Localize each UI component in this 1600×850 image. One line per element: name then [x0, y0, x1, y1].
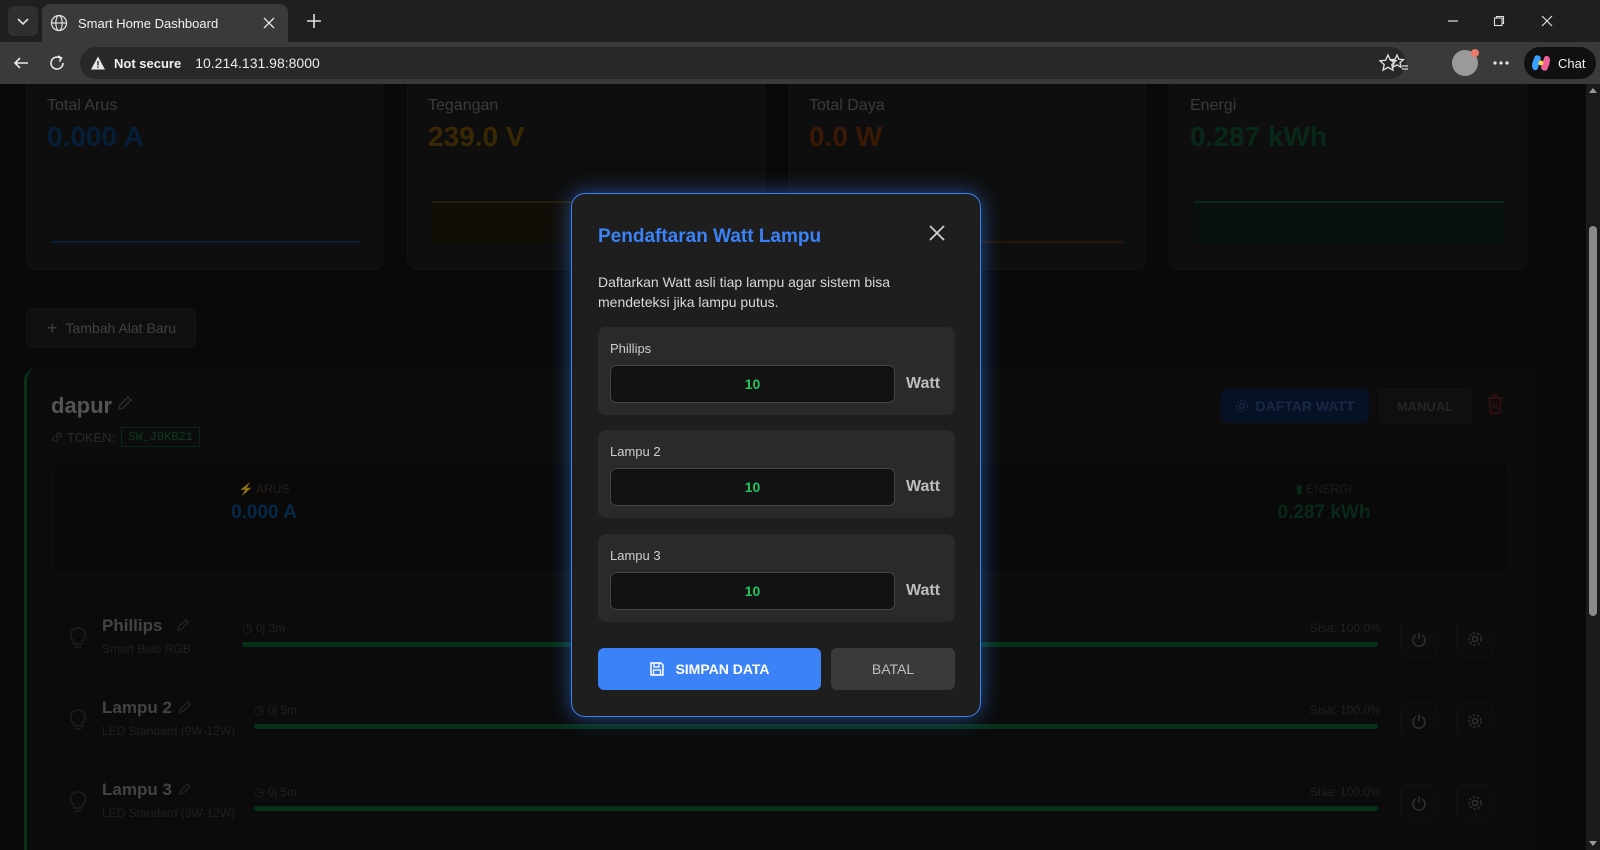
- minimize-icon: [1448, 20, 1458, 22]
- warning-icon: [90, 55, 106, 71]
- url-text[interactable]: 10.214.131.98:8000: [195, 55, 320, 71]
- modal-description: Daftarkan Watt asli tiap lampu agar sist…: [598, 274, 891, 310]
- favorites-button[interactable]: [1384, 48, 1414, 78]
- browser-tab[interactable]: Smart Home Dashboard: [42, 4, 288, 42]
- tab-list-button[interactable]: [8, 6, 38, 36]
- plus-icon: [307, 14, 321, 28]
- favorites-icon: [1389, 53, 1408, 70]
- reload-icon: [50, 55, 64, 70]
- lamp-label: Lampu 2: [610, 444, 661, 459]
- more-spacer: [1456, 48, 1486, 78]
- chat-label: Chat: [1558, 55, 1586, 71]
- close-icon[interactable]: [924, 220, 950, 246]
- chevron-down-icon: [17, 18, 29, 26]
- close-icon[interactable]: [256, 10, 282, 36]
- save-label: SIMPAN DATA: [675, 661, 770, 677]
- modal-title: Pendaftaran Watt Lampu: [598, 226, 822, 247]
- watt-registration-modal: Pendaftaran Watt Lampu Daftarkan Watt as…: [571, 193, 981, 717]
- minimize-button[interactable]: [1430, 0, 1476, 42]
- window-close-button[interactable]: [1524, 0, 1570, 42]
- watt-unit: Watt: [906, 375, 941, 392]
- watt-input[interactable]: [610, 572, 895, 610]
- back-button[interactable]: [6, 48, 36, 78]
- page-viewport: Total Arus 0.000 A Tegangan 239.0 V Tota…: [0, 84, 1586, 850]
- save-icon: [649, 661, 665, 677]
- close-icon: [1541, 15, 1553, 27]
- reload-button[interactable]: [42, 48, 72, 78]
- page-scrollbar[interactable]: [1586, 84, 1600, 850]
- chat-button[interactable]: Chat: [1524, 47, 1596, 79]
- scrollbar-thumb[interactable]: [1589, 226, 1597, 616]
- more-button[interactable]: [1486, 48, 1516, 78]
- browser-toolbar: Not secure 10.214.131.98:8000 Chat: [0, 42, 1600, 84]
- lamp-watt-row: Phillips Watt: [598, 327, 955, 415]
- more-icon: [1493, 61, 1509, 65]
- cancel-button[interactable]: BATAL: [831, 648, 955, 690]
- watt-unit: Watt: [906, 478, 941, 495]
- address-bar[interactable]: Not secure 10.214.131.98:8000: [80, 47, 1406, 79]
- lamp-watt-row: Lampu 3 Watt: [598, 534, 955, 622]
- save-button[interactable]: SIMPAN DATA: [598, 648, 821, 690]
- new-tab-button[interactable]: [300, 7, 328, 35]
- security-label[interactable]: Not secure: [114, 56, 181, 71]
- watt-input[interactable]: [610, 365, 895, 403]
- scroll-down-icon[interactable]: [1589, 841, 1597, 846]
- restore-button[interactable]: [1476, 0, 1522, 42]
- tab-title: Smart Home Dashboard: [78, 15, 219, 31]
- browser-tab-bar: Smart Home Dashboard: [0, 0, 1600, 42]
- lamp-watt-row: Lampu 2 Watt: [598, 430, 955, 518]
- watt-input[interactable]: [610, 468, 895, 506]
- cancel-label: BATAL: [871, 661, 915, 677]
- restore-icon: [1493, 15, 1505, 27]
- copilot-icon: [1530, 52, 1552, 74]
- back-icon: [13, 57, 28, 69]
- lamp-label: Lampu 3: [610, 548, 661, 563]
- watt-unit: Watt: [906, 582, 941, 599]
- globe-icon: [50, 14, 68, 32]
- scroll-up-icon[interactable]: [1589, 88, 1597, 93]
- lamp-label: Phillips: [610, 341, 652, 356]
